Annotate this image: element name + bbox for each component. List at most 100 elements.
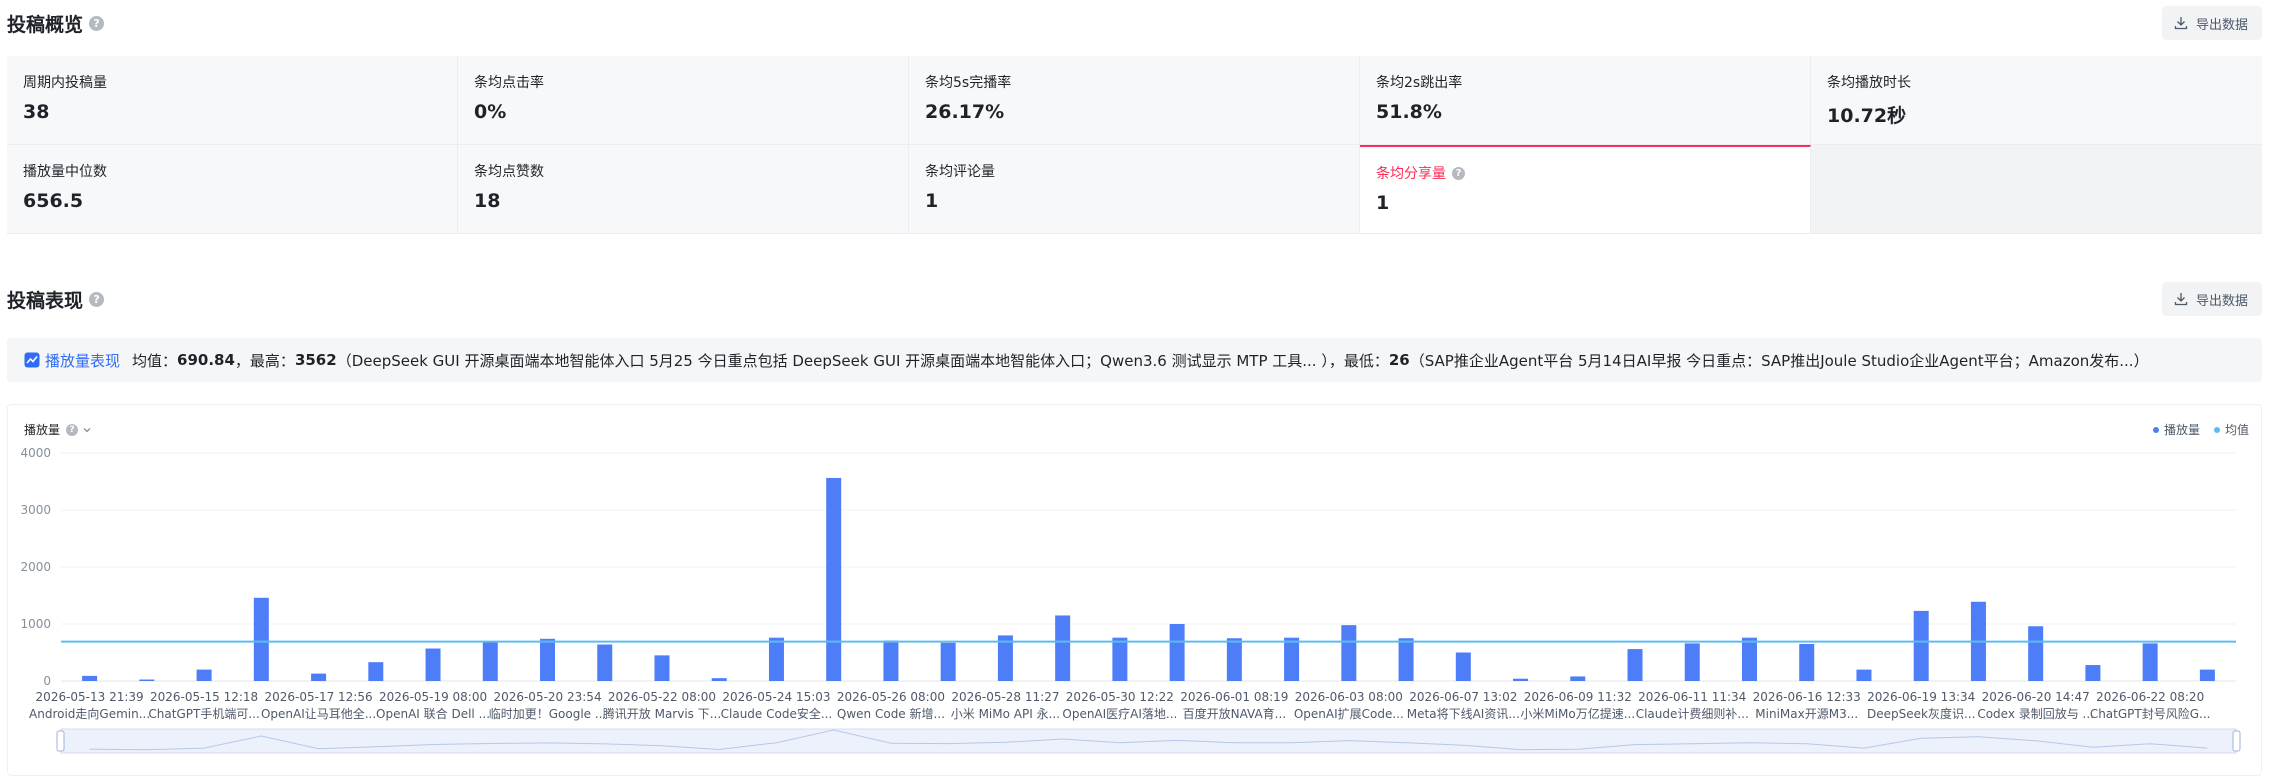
stat-label: 条均分享量 ? (1376, 163, 1810, 183)
chart-bar[interactable] (597, 644, 613, 681)
play-count-chart: 播放量 ? 播放量 均值 0 1000 2000 3000 4000 2026-05-13… (7, 404, 2262, 776)
chart-bar[interactable] (139, 679, 155, 681)
x-title-label: OpenAI让马耳他全... (261, 706, 376, 721)
chart-bar[interactable] (311, 673, 327, 681)
x-title-label: 小米 MiMo API 永... (951, 707, 1060, 721)
chart-bar[interactable] (1169, 624, 1185, 681)
stat-label: 条均播放时长 (1827, 75, 1911, 91)
x-title-label: Meta将下线AI资讯... (1407, 707, 1520, 721)
chart-bar[interactable] (1627, 649, 1643, 681)
x-title-label: OpenAI扩展Code... (1294, 707, 1404, 721)
max-detail: （DeepSeek GUI 开源桌面端本地智能体入口 5月25 今日重点包括 D… (336, 351, 1344, 370)
max-label: ，最高： (234, 351, 295, 370)
x-title-label: 小米MiMo万亿提速... (1520, 706, 1635, 721)
zoom-slider-track[interactable] (60, 728, 2237, 754)
chart-bar[interactable] (196, 669, 212, 681)
chart-bar[interactable] (1856, 669, 1872, 681)
x-date-label: 2026-05-17 12:56 (264, 690, 372, 704)
x-date-label: 2026-06-03 08:00 (1295, 690, 1403, 704)
chart-bar[interactable] (1341, 625, 1357, 681)
chart-bar[interactable] (253, 597, 269, 681)
chart-bar[interactable] (654, 655, 670, 681)
chart-bar[interactable] (2199, 669, 2215, 681)
chart-bar[interactable] (826, 477, 842, 681)
chart-bar[interactable] (1455, 652, 1471, 682)
chart-bar[interactable] (1741, 637, 1757, 681)
x-title-label: Claude计费细则补... (1636, 707, 1749, 721)
chart-bar[interactable] (1513, 678, 1529, 681)
x-date-label: 2026-05-24 15:03 (722, 690, 830, 704)
chart-bar[interactable] (1913, 610, 1929, 681)
chart-bar[interactable] (1112, 637, 1128, 681)
chart-bar[interactable] (425, 648, 441, 681)
x-date-label: 2026-05-20 23:54 (493, 690, 601, 704)
stats-grid: 周期内投稿量 38 条均点击率 0% 条均5s完播率 26.17% 条均2s跳出… (7, 56, 2262, 234)
stat-label: 条均点击率 (474, 75, 544, 91)
x-title-label: 临时加更！Google ... (489, 707, 607, 721)
metric-performance-link[interactable]: 播放量表现 (24, 350, 120, 371)
chart-bar[interactable] (883, 640, 899, 681)
chart-bar[interactable] (1226, 638, 1242, 681)
x-date-label: 2026-06-09 11:32 (1524, 690, 1632, 704)
stat-card-5s-completion[interactable]: 条均5s完播率 26.17% (909, 56, 1360, 145)
stat-card-play-duration[interactable]: 条均播放时长 10.72秒 (1811, 56, 2262, 145)
stat-card-2s-bounce[interactable]: 条均2s跳出率 51.8% (1360, 56, 1811, 145)
stat-value: 26.17% (925, 101, 1005, 123)
x-date-label: 2026-05-13 21:39 (36, 690, 144, 704)
chart-bar[interactable] (2028, 626, 2044, 681)
download-icon (2174, 293, 2188, 306)
overview-export-button[interactable]: 导出数据 (2161, 6, 2262, 40)
x-date-label: 2026-06-01 08:19 (1180, 690, 1288, 704)
stat-label-text: 条均分享量 (1376, 166, 1446, 182)
export-label: 导出数据 (2195, 17, 2248, 33)
min-detail: （SAP推企业Agent平台 5月14日AI早报 今日重点：SAP推出Joule… (1409, 351, 2149, 370)
stat-card-shares[interactable]: 条均分享量 ? 1 (1360, 145, 1811, 234)
chart-bar[interactable] (540, 638, 556, 681)
help-icon[interactable]: ? (1452, 166, 1465, 180)
stat-card-post-count[interactable]: 周期内投稿量 38 (7, 56, 458, 145)
min-value: 26 (1388, 351, 1410, 369)
x-title-label: 百度开放NAVA育... (1183, 706, 1287, 721)
help-icon[interactable]: ? (89, 16, 105, 31)
zoom-handle-right[interactable] (2232, 730, 2241, 752)
stat-value: 656.5 (23, 190, 84, 212)
chart-bar[interactable] (1684, 643, 1700, 681)
x-date-label: 2026-06-11 11:34 (1638, 690, 1746, 704)
chart-bar[interactable] (482, 642, 498, 681)
performance-export-button[interactable]: 导出数据 (2161, 282, 2262, 316)
zoom-handle-left[interactable] (56, 730, 65, 752)
y-tick-label: 1000 (20, 617, 51, 631)
stat-value: 0% (474, 101, 507, 123)
x-date-label: 2026-05-28 11:27 (951, 690, 1059, 704)
chart-bar[interactable] (1284, 637, 1300, 681)
chart-bar[interactable] (1398, 638, 1414, 681)
x-title-label: DeepSeek灰度识... (1867, 706, 1975, 721)
help-icon[interactable]: ? (89, 292, 105, 307)
chart-bar[interactable] (368, 662, 384, 681)
stat-label: 条均5s完播率 (925, 75, 1012, 91)
chart-bar[interactable] (940, 642, 956, 681)
chart-bar[interactable] (768, 637, 784, 681)
stat-card-click-rate[interactable]: 条均点击率 0% (458, 56, 909, 145)
max-value: 3562 (294, 351, 337, 369)
chart-bar[interactable] (1570, 676, 1586, 681)
stat-card-likes[interactable]: 条均点赞数 18 (458, 145, 909, 234)
chart-bar[interactable] (1055, 615, 1071, 681)
x-title-label: OpenAI 联合 Dell ... (376, 706, 490, 721)
chart-bar[interactable] (711, 678, 727, 681)
x-title-label: ChatGPT封号风险G... (2090, 706, 2211, 721)
overview-header: 投稿概览 ? (7, 10, 105, 37)
stat-card-play-median[interactable]: 播放量中位数 656.5 (7, 145, 458, 234)
x-date-label: 2026-05-19 08:00 (379, 690, 487, 704)
stat-label: 播放量中位数 (23, 164, 107, 180)
x-date-label: 2026-06-20 14:47 (1982, 690, 2090, 704)
chart-bar[interactable] (82, 675, 98, 681)
chart-bar[interactable] (1799, 643, 1815, 681)
stat-label: 条均2s跳出率 (1376, 75, 1463, 91)
chart-plot: 0 1000 2000 3000 4000 2026-05-13 21:39 Android… (20, 446, 2241, 754)
performance-header: 投稿表现 ? (7, 286, 105, 313)
chart-bar[interactable] (2142, 643, 2158, 681)
chart-bar[interactable] (2085, 665, 2101, 681)
stat-card-comments[interactable]: 条均评论量 1 (909, 145, 1360, 234)
avg-label: 均值： (132, 351, 178, 370)
